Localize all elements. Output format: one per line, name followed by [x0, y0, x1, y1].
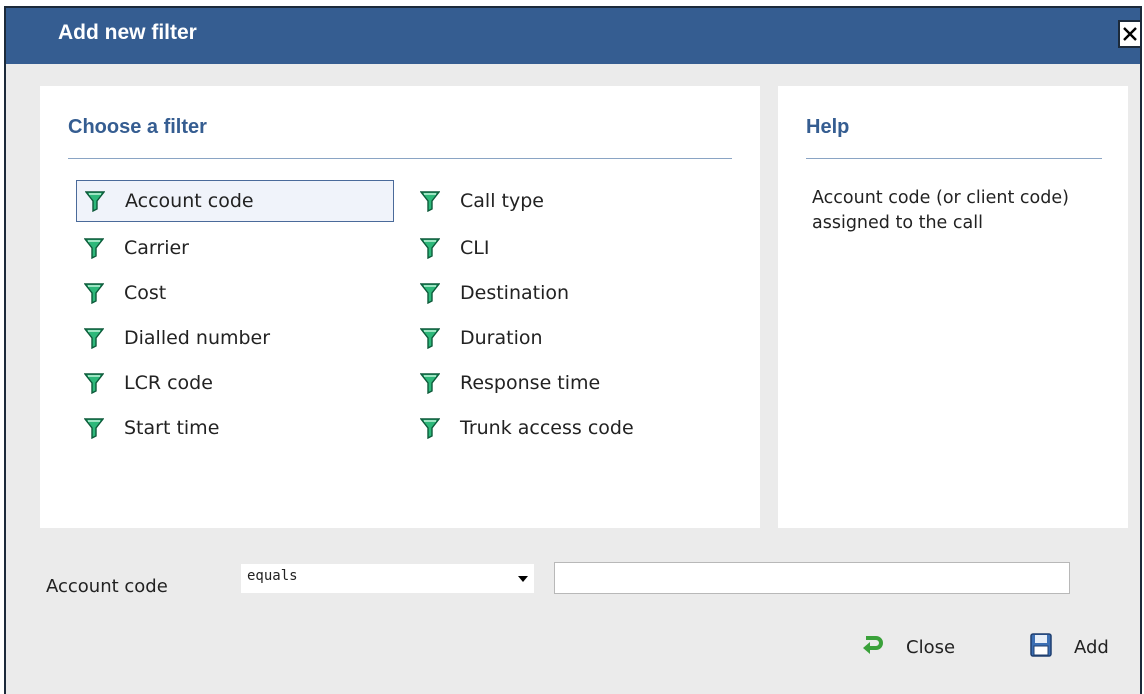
filter-item-cli[interactable]: CLI: [412, 227, 732, 269]
heading-divider: [68, 158, 732, 159]
green-return-arrow-icon: [862, 634, 884, 661]
filter-item-cost[interactable]: Cost: [76, 272, 394, 314]
add-filter-dialog: Add new filter Choose a filter Account c…: [4, 6, 1142, 694]
help-panel: Help Account code (or client code) assig…: [778, 86, 1128, 528]
filter-item-label: Duration: [460, 327, 543, 349]
filter-item-lcr-code[interactable]: LCR code: [76, 362, 394, 404]
filter-item-label: Cost: [124, 282, 167, 304]
filter-funnel-icon: [83, 282, 105, 305]
filter-value-input[interactable]: [554, 562, 1070, 594]
filter-item-duration[interactable]: Duration: [412, 317, 732, 359]
filter-item-dialled-number[interactable]: Dialled number: [76, 317, 394, 359]
filter-item-start-time[interactable]: Start time: [76, 407, 394, 449]
filter-item-label: Destination: [460, 282, 570, 304]
filter-funnel-icon: [419, 190, 441, 213]
filter-item-label: Call type: [460, 190, 544, 212]
filter-funnel-icon: [83, 372, 105, 395]
help-divider: [806, 158, 1102, 159]
filter-item-label: Start time: [124, 417, 220, 439]
filter-item-label: Carrier: [124, 237, 189, 259]
filter-funnel-icon: [419, 237, 441, 260]
filter-item-label: Dialled number: [124, 327, 271, 349]
close-x-icon[interactable]: [1118, 20, 1142, 48]
dialog-titlebar: Add new filter: [6, 8, 1140, 64]
filter-funnel-icon: [419, 327, 441, 350]
filter-item-carrier[interactable]: Carrier: [76, 227, 394, 269]
filter-item-trunk-access-code[interactable]: Trunk access code: [412, 407, 732, 449]
filter-item-destination[interactable]: Destination: [412, 272, 732, 314]
filter-funnel-icon: [83, 237, 105, 260]
filter-funnel-icon: [84, 190, 106, 213]
operator-value: equals: [247, 568, 298, 584]
filter-item-label: Account code: [125, 190, 254, 212]
filter-panel-heading: Choose a filter: [68, 116, 207, 138]
filter-item-label: Response time: [460, 372, 601, 394]
close-button[interactable]: Close: [862, 632, 955, 662]
add-button[interactable]: Add: [1030, 632, 1109, 662]
filter-item-response-time[interactable]: Response time: [412, 362, 732, 404]
filter-item-account-code[interactable]: Account code: [76, 180, 394, 222]
filter-item-label: Trunk access code: [460, 417, 634, 439]
floppy-disk-icon: [1030, 632, 1052, 662]
operator-select[interactable]: equals: [241, 564, 534, 593]
filter-item-call-type[interactable]: Call type: [412, 180, 732, 222]
help-heading: Help: [806, 116, 850, 138]
filter-item-label: CLI: [460, 237, 490, 259]
filter-funnel-icon: [83, 327, 105, 350]
help-text: Account code (or client code) assigned t…: [812, 188, 1069, 233]
criteria-field-label: Account code: [46, 576, 168, 597]
filter-funnel-icon: [83, 417, 105, 440]
dropdown-arrow-icon: [518, 576, 528, 582]
add-button-label: Add: [1074, 636, 1109, 658]
filter-chooser-panel: Choose a filter Account code Carrier Cos…: [40, 86, 760, 528]
filter-funnel-icon: [419, 417, 441, 440]
filter-funnel-icon: [419, 372, 441, 395]
filter-item-label: LCR code: [124, 372, 213, 394]
close-button-label: Close: [906, 636, 956, 658]
dialog-title: Add new filter: [58, 21, 197, 44]
filter-funnel-icon: [419, 282, 441, 305]
